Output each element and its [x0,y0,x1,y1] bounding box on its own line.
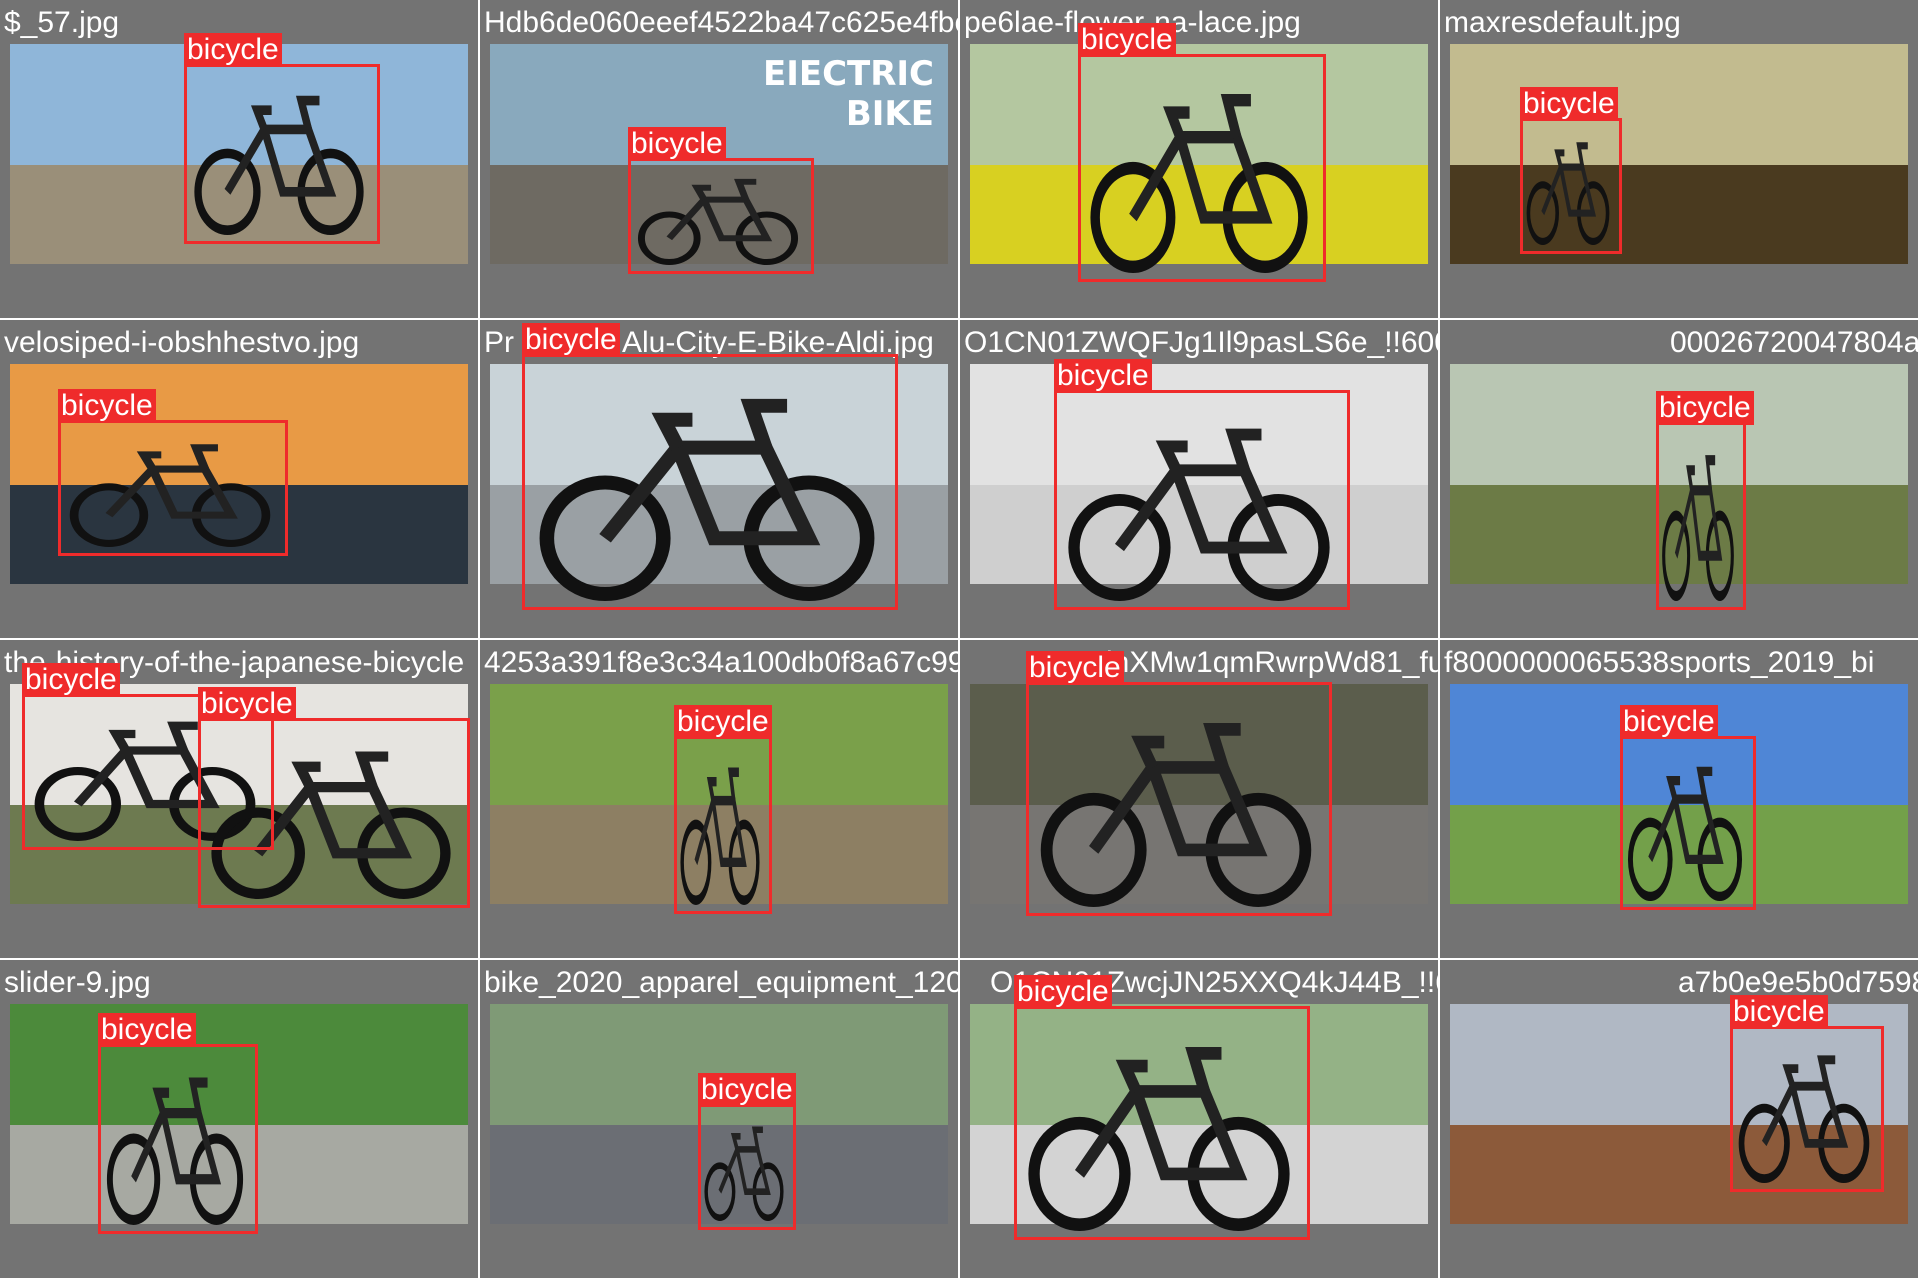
image-grid: $_57.jpg bicycle Hdb6de060eeef4522ba47c6… [0,0,1920,1280]
tile[interactable]: AjnXMw1qmRwrpWd81_fuuuu_p0_6553 bicycle [960,640,1440,960]
bbox-label: bicycle [1730,995,1828,1029]
bbox-label: bicycle [522,323,620,357]
bbox-bicycle: bicycle [184,33,380,244]
filename: $_57.jpg [4,6,120,39]
bbox-bicycle: bicycle [98,1013,258,1234]
bbox-bicycle: bicycle [674,705,772,914]
photo [1450,44,1908,264]
bbox-label: bicycle [698,1073,796,1107]
bbox-label: bicycle [1620,705,1718,739]
bbox-bicycle: bicycle [522,323,898,610]
filename: O1CN01ZWQFJg1Il9pasLS6e_!!6000000004795 [964,326,1440,359]
filename: slider-9.jpg [4,966,151,999]
bbox-label: bicycle [1054,359,1152,393]
tile[interactable]: bike_2020_apparel_equipment_1200 bicycle [480,960,960,1280]
tile[interactable]: $_57.jpg bicycle [0,0,480,320]
filename: Hdb6de060eeef4522ba47c625e4fbc619dG [484,6,960,39]
tile[interactable]: a7b0e9e5b0d7598eb0dd1a08494380 bicycle [1440,960,1920,1280]
bbox-bicycle: bicycle [1054,359,1350,610]
tile[interactable]: f8000000065538sports_2019_bi bicycle [1440,640,1920,960]
bbox-label: bicycle [1520,87,1618,121]
bbox-bicycle: bicycle [1730,995,1884,1192]
tile[interactable]: maxresdefault.jpg bicycle [1440,0,1920,320]
tile[interactable]: pe6lae-flower-na-lace.jpg bicycle [960,0,1440,320]
tile[interactable]: O1CN01ZWQFJg1Il9pasLS6e_!!6000000004795 … [960,320,1440,640]
bbox-label: bicycle [674,705,772,739]
bbox-bicycle: bicycle [1620,705,1756,910]
tile[interactable]: Hdb6de060eeef4522ba47c625e4fbc619dG EIEC… [480,0,960,320]
filename: velosiped-i-obshhestvo.jpg [4,326,360,359]
bbox-label: bicycle [184,33,282,67]
bbox-label: bicycle [628,127,726,161]
bbox-bicycle: bicycle [58,389,288,556]
photo-ground [1450,165,1908,264]
filename: bike_2020_apparel_equipment_1200 [484,966,960,999]
tile[interactable]: slider-9.jpg bicycle [0,960,480,1280]
overlay-text: EIECTRIC BIKE [762,54,934,134]
filename: 00026720047804al_1_794.jpg [1670,326,1920,359]
bbox-label: bicycle [1014,975,1112,1009]
tile[interactable]: velosiped-i-obshhestvo.jpg bicycle [0,320,480,640]
bbox-label: bicycle [1656,391,1754,425]
bbox-label: bicycle [58,389,156,423]
bbox-bicycle: bicycle [198,687,470,908]
filename: maxresdefault.jpg [1444,6,1681,39]
bbox-bicycle: bicycle [1078,23,1326,282]
filename: 4253a391f8e3c34a100db0f8a67c9915 [484,646,960,679]
bbox-bicycle: bicycle [1656,391,1754,610]
bbox-bicycle: bicycle [698,1073,796,1230]
bbox-label: bicycle [1026,651,1124,685]
filename-head: Pr [484,326,514,359]
tile[interactable]: 4253a391f8e3c34a100db0f8a67c9915 bicycle [480,640,960,960]
bbox-bicycle: bicycle [628,127,814,274]
bbox-label: bicycle [1078,23,1176,57]
photo-sky [1450,44,1908,165]
filename: AjnXMw1qmRwrpWd81_fuuuu_p0_6553 [1086,646,1440,679]
tile[interactable]: 00026720047804al_1_794.jpg bicycle [1440,320,1920,640]
bbox-label: bicycle [22,663,120,697]
bbox-label: bicycle [98,1013,196,1047]
bbox-label: bicycle [198,687,296,721]
filename: f8000000065538sports_2019_bi [1444,646,1875,679]
bbox-bicycle: bicycle [1520,87,1622,254]
bbox-bicycle: bicycle [1014,975,1310,1240]
bbox-bicycle: bicycle [1026,651,1332,916]
tile[interactable]: Pr Alu-City-E-Bike-Aldi.jpg bicycle [480,320,960,640]
tile[interactable]: O1CN01ZwcjJN25XXQ4kJ44B_!!6000000 bicycl… [960,960,1440,1280]
tile[interactable]: the-history-of-the-japanese-bicycle bicy… [0,640,480,960]
